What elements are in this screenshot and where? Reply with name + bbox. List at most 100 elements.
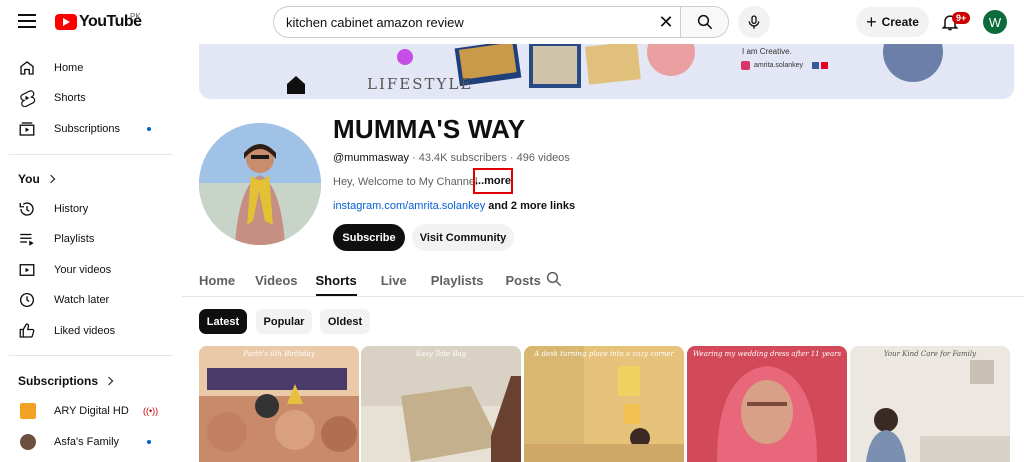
thumbnail-caption: Parth's 6th Birthday xyxy=(243,350,315,358)
sidebar-item-shorts[interactable]: Shorts xyxy=(0,83,170,113)
channel-name: MUMMA'S WAY xyxy=(333,114,526,144)
sidebar-divider xyxy=(9,355,173,356)
sidebar-item-label: ARY Digital HD xyxy=(54,405,129,417)
new-content-dot xyxy=(147,440,151,444)
channel-meta: @mummasway · 43.4K subscribers · 496 vid… xyxy=(333,152,570,164)
search-input[interactable] xyxy=(274,7,652,37)
watch-later-icon xyxy=(19,292,35,308)
channel-search-icon[interactable] xyxy=(545,270,563,288)
region-label: PK xyxy=(130,12,141,21)
new-content-dot xyxy=(147,127,151,131)
thumbnail-image xyxy=(361,346,521,462)
youtube-logo[interactable]: YouTube xyxy=(55,13,142,31)
search-icon xyxy=(697,14,712,30)
tab-playlists[interactable]: Playlists xyxy=(431,264,484,296)
subscribe-button[interactable]: Subscribe xyxy=(333,224,405,251)
tab-posts[interactable]: Posts xyxy=(505,264,540,296)
sidebar-sub-asfas-family[interactable]: Asfa's Family xyxy=(0,427,170,457)
subscriber-count: 43.4K subscribers xyxy=(418,152,507,164)
sidebar-item-label: Subscriptions xyxy=(54,123,121,135)
short-thumbnail[interactable]: Your Kind Care for Family xyxy=(850,346,1010,462)
user-avatar[interactable]: W xyxy=(983,10,1007,34)
sidebar-item-subscriptions[interactable]: Subscriptions xyxy=(0,114,170,144)
tab-home[interactable]: Home xyxy=(199,264,235,296)
channel-avatar[interactable] xyxy=(199,123,321,245)
play-logo-icon xyxy=(55,14,77,30)
sidebar-item-liked-videos[interactable]: Liked videos xyxy=(0,316,170,346)
thumbnail-image xyxy=(199,346,359,462)
your-videos-icon xyxy=(19,264,35,276)
tab-live[interactable]: Live xyxy=(381,264,407,296)
banner-creative-text: I am Creative. xyxy=(742,47,792,56)
meta-separator: · xyxy=(509,152,517,164)
chevron-right-icon xyxy=(46,174,56,184)
sidebar-item-playlists[interactable]: Playlists xyxy=(0,224,170,254)
thumbnail-image xyxy=(687,346,847,462)
sidebar-item-watch-later[interactable]: Watch later xyxy=(0,285,170,315)
sidebar-item-history[interactable]: History xyxy=(0,194,170,224)
search-button[interactable] xyxy=(680,7,728,37)
channel-description[interactable]: Hey, Welcome to My Channel xyxy=(333,176,477,188)
search-bar: ✕ xyxy=(273,6,729,38)
sidebar-sub-ary-digital[interactable]: ARY Digital HD ((•)) xyxy=(0,396,170,426)
channel-tabs: Home Videos Shorts Live Playlists Posts xyxy=(199,264,541,296)
sidebar-item-label: Shorts xyxy=(54,92,86,104)
meta-separator: · xyxy=(412,152,419,164)
sidebar-item-label: Playlists xyxy=(54,233,95,245)
banner-art xyxy=(199,44,1014,99)
description-more-button[interactable]: ...more xyxy=(473,168,513,194)
tabs-divider xyxy=(182,296,1024,297)
create-button[interactable]: + Create xyxy=(856,7,929,37)
sidebar-item-label: Liked videos xyxy=(54,325,116,337)
channel-links: instagram.com/amrita.solankey and 2 more… xyxy=(333,200,575,212)
subscriptions-icon xyxy=(19,122,35,136)
sidebar-item-label: Watch later xyxy=(54,294,110,306)
sidebar: Home Shorts Subscriptions You History Pl… xyxy=(0,44,178,462)
sidebar-you-header[interactable]: You xyxy=(18,172,56,186)
thumbnail-caption: Easy Tote Bag xyxy=(415,350,467,358)
playlists-icon xyxy=(20,233,34,246)
chip-oldest[interactable]: Oldest xyxy=(320,309,370,334)
chip-popular[interactable]: Popular xyxy=(256,309,312,334)
thumbs-up-icon xyxy=(19,323,35,338)
chevron-right-icon xyxy=(104,376,114,386)
tab-shorts[interactable]: Shorts xyxy=(315,264,357,296)
voice-search-button[interactable] xyxy=(738,6,770,38)
visit-community-button[interactable]: Visit Community xyxy=(412,224,514,251)
banner-lifestyle-text: LIFESTYLE xyxy=(367,75,474,93)
sidebar-item-label: History xyxy=(54,203,89,215)
sidebar-item-home[interactable]: Home xyxy=(0,53,170,83)
tab-videos[interactable]: Videos xyxy=(255,264,297,296)
you-title: You xyxy=(18,172,40,186)
chip-latest[interactable]: Latest xyxy=(199,309,247,334)
short-thumbnail[interactable]: Easy Tote Bag xyxy=(361,346,521,462)
channel-handle: @mummasway xyxy=(333,152,409,164)
channel-banner: LIFESTYLE I am Creative. amrita.solankey xyxy=(199,44,1014,99)
short-thumbnail[interactable]: Parth's 6th Birthday xyxy=(199,346,359,462)
shorts-icon xyxy=(20,90,36,107)
channel-avatar xyxy=(20,434,36,450)
thumbnail-caption: Wearing my wedding dress after 11 years xyxy=(692,350,842,358)
channel-avatar-photo xyxy=(199,123,321,245)
thumbnail-image xyxy=(850,346,1010,462)
short-thumbnail[interactable]: A desk turning place into a cozy corner xyxy=(524,346,684,462)
clear-search-icon[interactable]: ✕ xyxy=(652,8,680,36)
sidebar-divider xyxy=(9,154,173,155)
instagram-link[interactable]: instagram.com/amrita.solankey xyxy=(333,200,485,212)
more-links-button[interactable]: and 2 more links xyxy=(488,200,575,212)
sidebar-item-your-videos[interactable]: Your videos xyxy=(0,255,170,285)
short-thumbnail[interactable]: Wearing my wedding dress after 11 years xyxy=(687,346,847,462)
channel-avatar xyxy=(20,403,36,419)
plus-icon: + xyxy=(866,12,877,32)
banner-handle-text: amrita.solankey xyxy=(754,62,804,69)
sidebar-item-label: Home xyxy=(54,62,84,74)
sidebar-subscriptions-header[interactable]: Subscriptions xyxy=(18,374,114,388)
home-icon xyxy=(20,61,34,75)
thumbnail-image xyxy=(524,346,684,462)
top-bar: YouTube PK ✕ + Create 9+ W xyxy=(0,0,1024,44)
sidebar-item-label: Your videos xyxy=(54,264,112,276)
sidebar-item-label: Asfa's Family xyxy=(54,436,120,448)
thumbnail-caption: Your Kind Care for Family xyxy=(883,350,977,358)
menu-icon[interactable] xyxy=(18,14,36,28)
notification-badge: 9+ xyxy=(952,12,971,24)
